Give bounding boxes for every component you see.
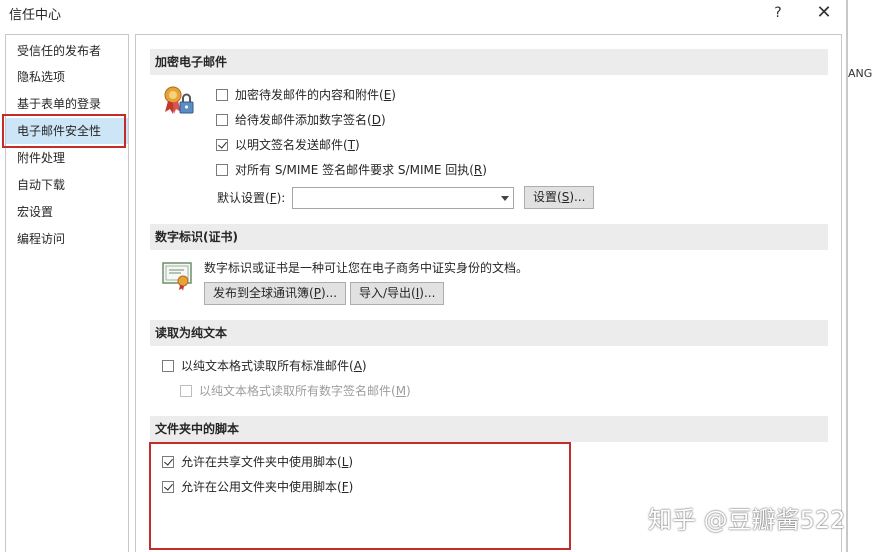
read-signed-plain-text-checkbox [180,385,192,397]
background-window [848,0,874,552]
add-digital-signature-checkbox[interactable] [216,114,228,126]
add-digital-signature-option[interactable]: 给待发邮件添加数字签名(D) [216,111,386,129]
sidebar-item-trusted-publishers[interactable]: 受信任的发布者 [6,38,128,64]
sidebar-item-programmatic-access[interactable]: 编程访问 [6,226,128,252]
section-heading-plain-text: 读取为纯文本 [150,320,828,346]
help-button[interactable]: ? [763,2,793,24]
encrypt-contents-option[interactable]: 加密待发邮件的内容和附件(E) [216,86,396,104]
title-bar: 信任中心 ? ✕ [0,0,848,26]
folder-scripts-highlight [149,442,571,550]
read-signed-plain-text-option: 以纯文本格式读取所有数字签名邮件(M) [180,382,411,400]
smime-receipt-option[interactable]: 对所有 S/MIME 签名邮件要求 S/MIME 回执(R) [216,161,487,179]
close-button[interactable]: ✕ [809,2,839,24]
sidebar-item-privacy-options[interactable]: 隐私选项 [6,64,128,90]
chevron-down-icon [501,196,509,201]
sidebar-item-automatic-download[interactable]: 自动下载 [6,172,128,198]
smime-receipt-checkbox[interactable] [216,164,228,176]
clear-text-signed-option[interactable]: 以明文签名发送邮件(T) [216,136,360,154]
selected-item-highlight [2,114,126,148]
publish-to-gal-button[interactable]: 发布到全球通讯簿(P)... [204,282,347,305]
watermark: 知乎 @豆瓣酱522 [648,506,846,534]
clear-text-signed-checkbox[interactable] [216,139,228,151]
section-heading-encrypted-mail: 加密电子邮件 [150,49,828,75]
encrypt-contents-checkbox[interactable] [216,89,228,101]
section-heading-digital-id: 数字标识(证书) [150,224,828,250]
default-setting-dropdown[interactable] [292,187,514,209]
sidebar-nav: 受信任的发布者 隐私选项 基于表单的登录 电子邮件安全性 附件处理 自动下载 宏… [5,34,129,552]
read-standard-plain-text-checkbox[interactable] [162,360,174,372]
settings-button[interactable]: 设置(S)... [524,186,595,209]
window-title: 信任中心 [9,8,62,23]
digital-id-description: 数字标识或证书是一种可让您在电子商务中证实身份的文档。 [204,261,529,275]
import-export-button[interactable]: 导入/导出(I)... [350,282,445,305]
sidebar-item-macro-settings[interactable]: 宏设置 [6,199,128,225]
background-window-text: ANG [848,67,873,80]
sidebar-item-attachment-handling[interactable]: 附件处理 [6,145,128,171]
section-heading-folder-scripts: 文件夹中的脚本 [150,416,828,442]
read-standard-plain-text-option[interactable]: 以纯文本格式读取所有标准邮件(A) [162,357,367,375]
certificate-lock-icon [164,86,194,114]
certificate-icon [162,262,192,291]
content-panel: 加密电子邮件 加密待发邮件的内容和附件(E) 给待发邮件添加数字签名(D) 以明… [135,34,842,552]
default-setting-label: 默认设置(F): [217,191,286,205]
